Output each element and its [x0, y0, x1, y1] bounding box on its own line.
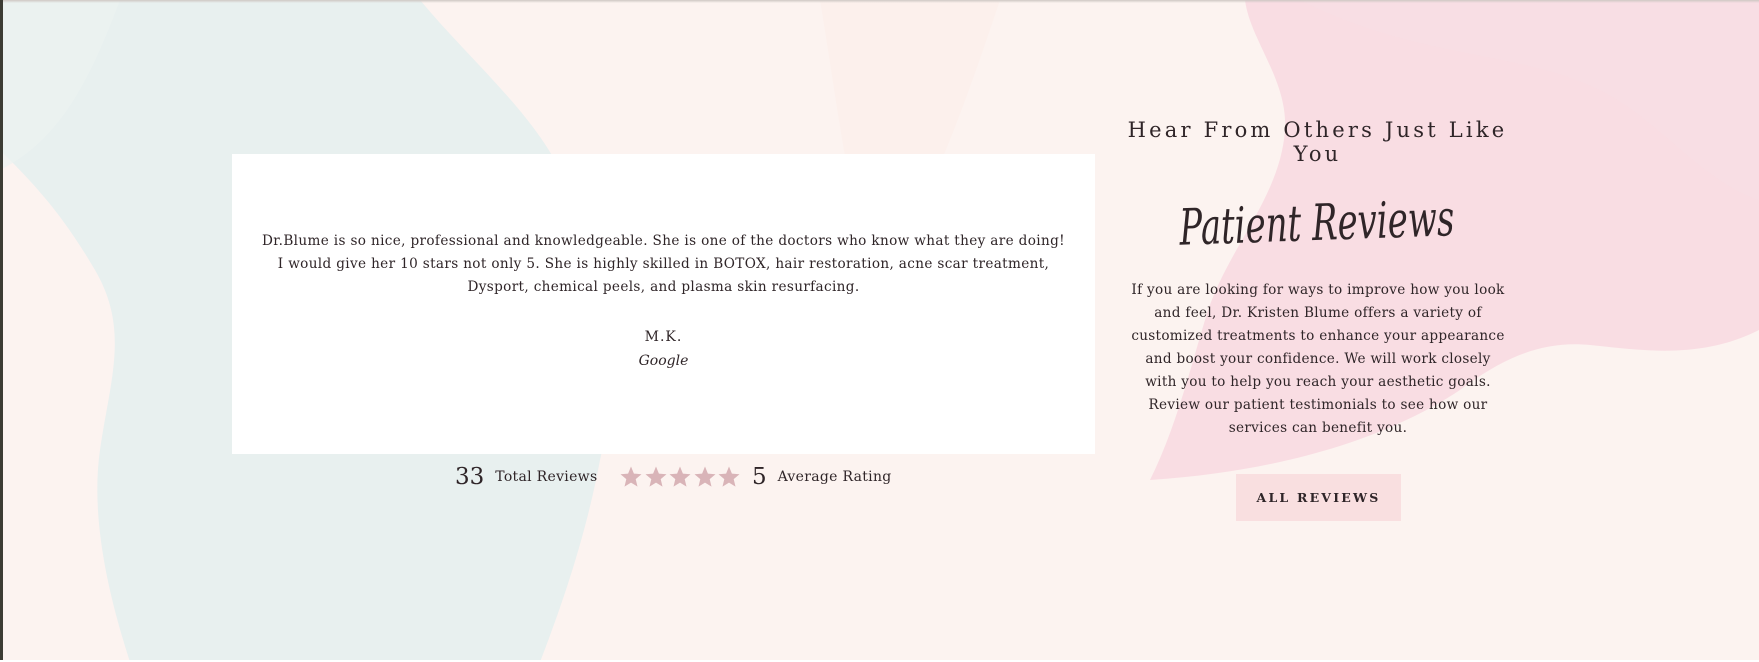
total-reviews-label: Total Reviews — [495, 469, 598, 485]
section-title-text: Patient Reviews — [1178, 189, 1456, 257]
average-rating-value: 5 — [751, 464, 767, 490]
all-reviews-button[interactable]: ALL REVIEWS — [1236, 474, 1401, 521]
star-rating — [619, 465, 742, 489]
star-icon — [694, 466, 716, 487]
average-rating-label: Average Rating — [777, 469, 892, 485]
section-eyebrow: Hear From Others Just Like You — [1127, 118, 1508, 166]
review-quote: Dr.Blume is so nice, professional and kn… — [262, 233, 1065, 295]
review-card: Dr.Blume is so nice, professional and kn… — [232, 154, 1095, 454]
star-icon — [620, 466, 642, 487]
star-icon — [669, 466, 691, 487]
section-title: Patient Reviews — [1178, 189, 1456, 257]
total-reviews-count: 33 — [455, 464, 485, 490]
review-stats: 33 Total Reviews 5 Average Rating — [455, 462, 892, 492]
header-shadow — [0, 0, 1759, 3]
intro-paragraph: If you are looking for ways to improve h… — [1131, 282, 1505, 436]
review-source: Google — [638, 353, 689, 369]
left-edge-rule — [0, 0, 3, 662]
star-icon — [645, 466, 667, 487]
reviews-intro: Hear From Others Just Like You Patient R… — [1125, 118, 1510, 436]
review-author: M.K. — [644, 329, 683, 345]
star-icon — [718, 466, 740, 487]
